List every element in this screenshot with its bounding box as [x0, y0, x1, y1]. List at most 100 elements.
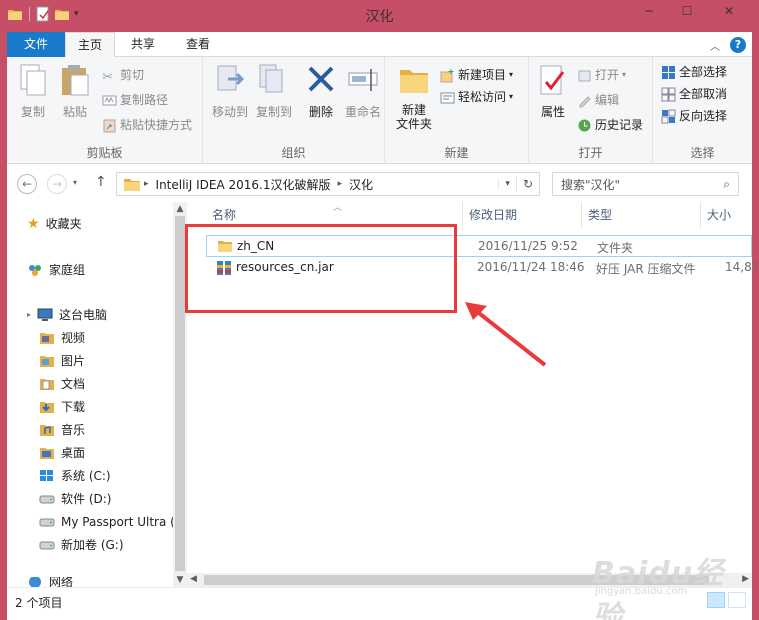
- homegroup-icon: [29, 265, 41, 276]
- nav-homegroup[interactable]: 家庭组: [27, 259, 85, 281]
- scroll-left-icon[interactable]: ◀: [190, 574, 197, 584]
- open-icon: [578, 70, 591, 81]
- history-button[interactable]: 历史记录: [577, 115, 643, 135]
- copy-button[interactable]: 复制: [13, 63, 53, 120]
- address-dropdown-icon[interactable]: ▾: [498, 179, 516, 189]
- expand-ribbon-icon[interactable]: ︿: [710, 38, 720, 53]
- easy-access-button[interactable]: 轻松访问 ▾: [440, 87, 513, 107]
- nav-this-pc[interactable]: ▸ 这台电脑: [27, 304, 107, 326]
- copy-path-icon: [102, 95, 117, 105]
- computer-icon: [37, 308, 53, 321]
- nav-item-documents[interactable]: 文档: [39, 373, 85, 395]
- invert-selection-button[interactable]: 反向选择: [661, 106, 727, 126]
- new-group-label: 新建: [444, 146, 469, 160]
- tab-view[interactable]: 查看: [171, 32, 225, 57]
- move-to-button[interactable]: 移动到: [209, 63, 251, 120]
- breadcrumb-chevron-icon[interactable]: ▸: [335, 179, 346, 189]
- scroll-up-icon[interactable]: ▲: [173, 204, 187, 214]
- search-icon[interactable]: ⌕: [723, 177, 730, 192]
- file-name: resources_cn.jar: [236, 260, 334, 274]
- cut-button[interactable]: ✂ 剪切: [102, 65, 144, 85]
- refresh-icon[interactable]: ↻: [515, 177, 539, 191]
- delete-icon: [308, 66, 334, 92]
- archive-icon: [217, 261, 231, 275]
- nav-item-drive-c[interactable]: 系统 (C:): [39, 465, 111, 487]
- rename-button[interactable]: 重命名: [343, 63, 383, 120]
- copy-to-button[interactable]: 复制到: [253, 63, 295, 120]
- breadcrumb-chevron-icon[interactable]: ▸: [141, 179, 152, 189]
- folder-icon: [218, 241, 232, 252]
- search-input[interactable]: 搜索"汉化": [561, 176, 620, 193]
- nav-item-drive-d[interactable]: 软件 (D:): [39, 488, 111, 510]
- annotation-arrow: [465, 302, 547, 367]
- paste-button[interactable]: 粘贴: [55, 63, 95, 120]
- maximize-button[interactable]: ☐: [668, 0, 706, 22]
- organize-group-label: 组织: [281, 146, 306, 160]
- open-group-label: 打开: [578, 146, 603, 160]
- file-row[interactable]: resources_cn.jar 2016/11/24 18:46 好压 JAR…: [206, 257, 759, 279]
- nav-item-pictures[interactable]: 图片: [39, 350, 85, 372]
- nav-item-downloads[interactable]: 下载: [39, 396, 85, 418]
- windows-drive-icon: [40, 470, 53, 481]
- ribbon-tabs: 文件 主页 共享 查看 ︿ ?: [7, 32, 752, 58]
- breadcrumb-parent[interactable]: IntelliJ IDEA 2016.1汉化破解版: [152, 176, 335, 193]
- back-button[interactable]: ←: [17, 174, 37, 194]
- address-bar[interactable]: ▸ IntelliJ IDEA 2016.1汉化破解版 ▸ 汉化 ▾ ↻: [116, 172, 540, 196]
- expand-arrow-icon[interactable]: ▸: [27, 304, 31, 326]
- column-header-name[interactable]: 名称: [206, 202, 463, 228]
- folder-icon: [124, 179, 140, 191]
- close-button[interactable]: ✕: [706, 0, 752, 22]
- organize-group: 移动到 复制到 删除 重命名 组织: [203, 57, 385, 164]
- pictures-folder-icon: [40, 356, 54, 367]
- file-type: 文件夹: [597, 241, 634, 255]
- drive-icon: [39, 518, 55, 527]
- column-header-modified[interactable]: 修改日期: [463, 202, 582, 228]
- select-group-label: 选择: [690, 146, 715, 160]
- nav-favorites[interactable]: ★ 收藏夹: [27, 213, 82, 235]
- copy-icon: [20, 64, 46, 96]
- drive-icon: [39, 541, 55, 550]
- nav-item-desktop[interactable]: 桌面: [39, 442, 85, 464]
- history-icon: [578, 119, 591, 131]
- paste-icon: [62, 65, 89, 96]
- help-icon[interactable]: ?: [730, 37, 746, 53]
- nav-item-videos[interactable]: 视频: [39, 327, 85, 349]
- select-all-icon: [662, 65, 675, 79]
- edit-button[interactable]: 编辑: [577, 90, 619, 110]
- column-header-type[interactable]: 类型: [582, 202, 701, 228]
- file-row[interactable]: zh_CN 2016/11/25 9:52 文件夹: [206, 235, 752, 257]
- forward-button[interactable]: →: [47, 174, 67, 194]
- watermark: Baidu经验: [592, 556, 725, 620]
- tab-home[interactable]: 主页: [65, 32, 115, 58]
- nav-item-passport-drive[interactable]: My Passport Ultra (: [39, 511, 175, 533]
- nav-item-music[interactable]: 音乐: [39, 419, 85, 441]
- new-item-button[interactable]: 新建项目 ▾: [440, 65, 513, 85]
- copy-path-button[interactable]: 复制路径: [102, 90, 168, 110]
- nav-item-network[interactable]: 网络: [27, 577, 73, 587]
- scrollbar-thumb[interactable]: [175, 216, 185, 571]
- search-box[interactable]: 搜索"汉化" ⌕: [552, 172, 739, 196]
- breadcrumb-current[interactable]: 汉化: [345, 176, 377, 193]
- nav-item-drive-g[interactable]: 新加卷 (G:): [39, 534, 124, 556]
- clipboard-group-label: 剪贴板: [86, 146, 123, 160]
- delete-button[interactable]: 删除: [301, 63, 341, 120]
- watermark-url: jingyan.baidu.com: [595, 586, 688, 597]
- tab-file[interactable]: 文件: [7, 32, 65, 57]
- new-item-icon: [440, 68, 454, 82]
- navigation-pane: ★ 收藏夹 家庭组 ▸ 这台电脑 视频 图片 文档 下载 音乐 桌面 系统 (C:…: [7, 202, 187, 587]
- column-header-size[interactable]: 大小: [701, 202, 752, 228]
- select-none-button[interactable]: 全部取消: [661, 84, 727, 104]
- new-folder-button[interactable]: 新建 文件夹: [389, 63, 439, 131]
- tab-share[interactable]: 共享: [115, 32, 171, 57]
- videos-folder-icon: [40, 333, 54, 344]
- minimize-button[interactable]: ─: [630, 0, 668, 22]
- up-button[interactable]: ↑: [95, 174, 107, 190]
- scroll-down-icon[interactable]: ▼: [173, 575, 187, 585]
- properties-button[interactable]: 属性: [533, 63, 573, 120]
- open-button[interactable]: 打开 ▾: [577, 65, 626, 85]
- select-all-button[interactable]: 全部选择: [661, 62, 727, 82]
- nav-scrollbar[interactable]: ▲ ▼: [173, 202, 187, 587]
- recent-dropdown-icon[interactable]: ▾: [73, 178, 77, 187]
- new-folder-icon: [400, 70, 428, 93]
- paste-shortcut-button[interactable]: 粘贴快捷方式: [102, 115, 192, 135]
